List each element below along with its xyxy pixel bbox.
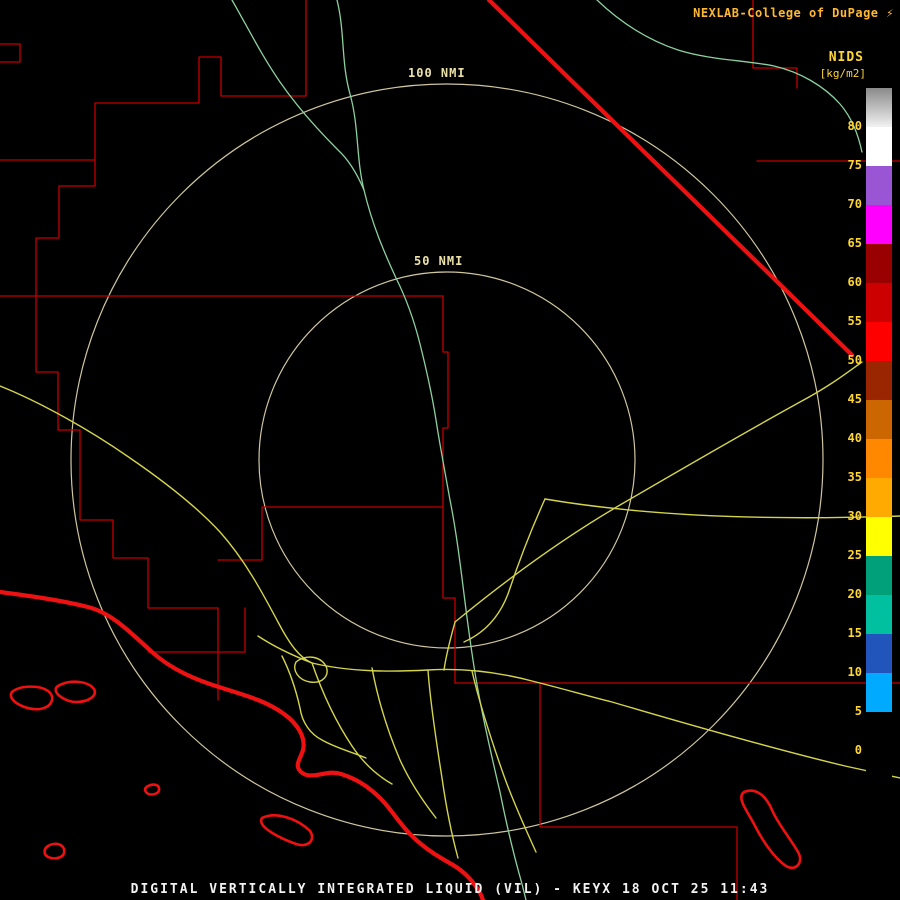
brand-text: NEXLAB-College of DuPage ⚡ <box>693 6 894 20</box>
highway <box>443 621 456 671</box>
coastline <box>0 589 486 900</box>
colorbar-tick: 30 <box>847 509 862 523</box>
colorbar-segment <box>866 283 892 322</box>
colorbar-tick: 80 <box>847 119 862 133</box>
colorbar-tick: 40 <box>847 431 862 445</box>
colorbar-segment <box>866 361 892 400</box>
highway <box>0 385 313 664</box>
river <box>231 0 365 191</box>
colorbar-tick: 60 <box>847 275 862 289</box>
product-caption: DIGITAL VERTICALLY INTEGRATED LIQUID (VI… <box>130 882 770 897</box>
colorbar-segment <box>866 634 892 673</box>
county-border <box>539 682 738 900</box>
colorbar-segment <box>866 244 892 283</box>
colorbar-tick: 45 <box>847 392 862 406</box>
colorbar-tick: 10 <box>847 665 862 679</box>
colorbar-tick: 0 <box>854 743 862 757</box>
colorbar-tick: 75 <box>847 158 862 172</box>
colorbar-tick: 20 <box>847 587 862 601</box>
range-ring <box>70 83 824 837</box>
colorbar-tick: 50 <box>847 353 862 367</box>
colorbar-title: NIDS <box>828 50 864 65</box>
colorbar-segment <box>866 400 892 439</box>
river <box>336 0 527 900</box>
colorbar-segment <box>866 673 892 712</box>
highway <box>294 656 328 683</box>
island-outline <box>54 680 97 704</box>
colorbar <box>866 88 892 790</box>
county-border <box>35 295 219 609</box>
colorbar-segment <box>866 478 892 517</box>
colorbar-tick: 55 <box>847 314 862 328</box>
colorbar-segment <box>866 205 892 244</box>
colorbar-segment <box>866 166 892 205</box>
radar-display: 100 NMI 50 NMI NEXLAB-College of DuPage … <box>0 0 900 900</box>
colorbar-tick: 15 <box>847 626 862 640</box>
colorbar-tick: 25 <box>847 548 862 562</box>
colorbar-segment <box>866 517 892 556</box>
highway <box>311 662 393 785</box>
county-border <box>217 506 444 561</box>
county-border <box>0 0 307 161</box>
island-outline <box>143 783 161 796</box>
colorbar-tick-labels: 80 75 70 65 60 55 50 45 40 35 30 25 20 15 10 5 0 <box>806 88 862 790</box>
state-line <box>486 0 855 358</box>
island-outline <box>9 685 54 711</box>
colorbar-tick: 5 <box>854 704 862 718</box>
colorbar-segment <box>866 439 892 478</box>
range-ring-label-100nmi: 100 NMI <box>408 66 466 80</box>
colorbar-segment <box>866 751 892 790</box>
county-border <box>147 607 246 653</box>
range-ring <box>258 271 636 649</box>
highway <box>471 670 537 853</box>
highway <box>454 361 863 623</box>
colorbar-units: [kg/m2] <box>819 67 866 80</box>
colorbar-segment <box>866 595 892 634</box>
brand-label: NEXLAB-College of DuPage <box>693 6 879 20</box>
colorbar-segment <box>866 88 892 127</box>
county-border <box>35 159 96 297</box>
colorbar-segment <box>866 322 892 361</box>
island-outline <box>740 789 802 870</box>
colorbar-segment <box>866 127 892 166</box>
lightning-icon: ⚡ <box>886 6 894 20</box>
colorbar-segment <box>866 712 892 751</box>
colorbar-tick: 65 <box>847 236 862 250</box>
island-outline <box>43 842 66 860</box>
colorbar-segment <box>866 556 892 595</box>
highway <box>427 669 459 859</box>
colorbar-tick: 35 <box>847 470 862 484</box>
range-ring-label-50nmi: 50 NMI <box>414 254 464 268</box>
highway <box>371 667 437 819</box>
island-outline <box>259 814 314 847</box>
highway <box>463 498 546 643</box>
colorbar-tick: 70 <box>847 197 862 211</box>
county-border <box>0 43 21 63</box>
county-border <box>442 506 456 684</box>
radar-map-canvas <box>0 0 900 900</box>
highway <box>281 655 367 759</box>
